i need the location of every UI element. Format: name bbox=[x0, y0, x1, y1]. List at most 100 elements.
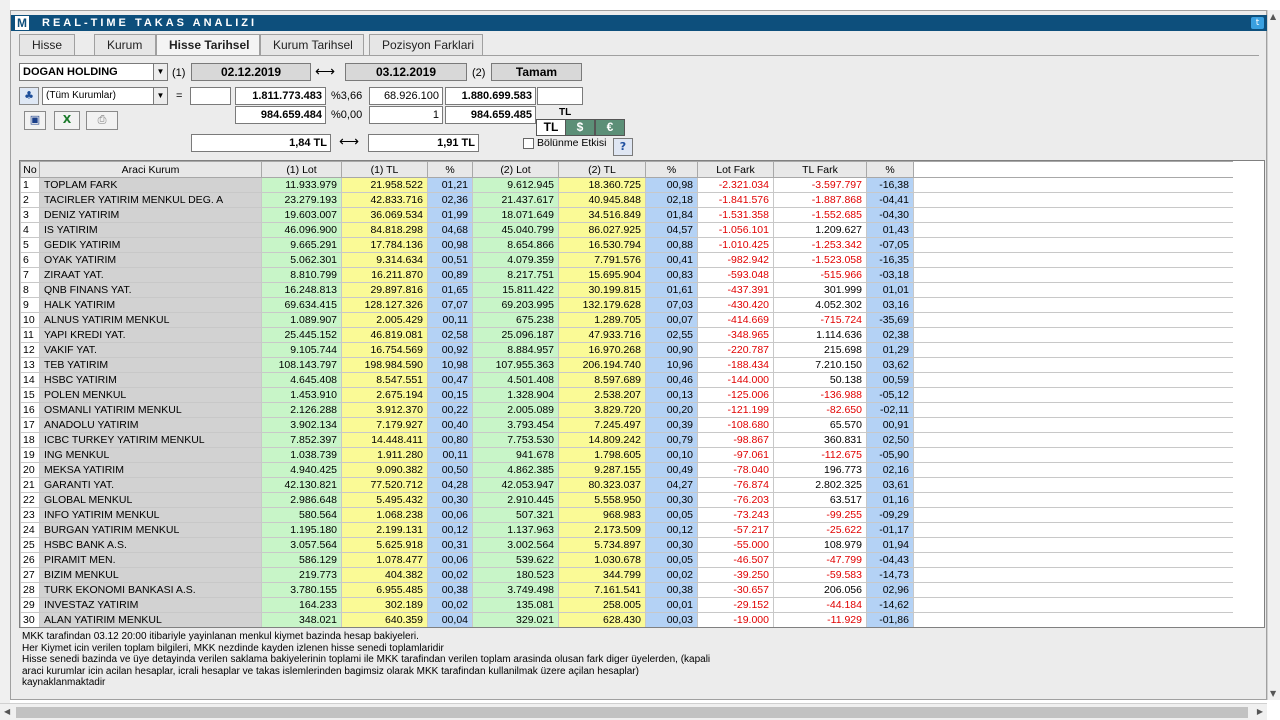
column-header[interactable]: % bbox=[645, 161, 698, 178]
twitter-icon[interactable]: t bbox=[1251, 17, 1264, 29]
table-row[interactable]: 4 IS YATIRIM 46.096.900 84.818.298 04,68 45.0… bbox=[20, 222, 1233, 238]
table-row[interactable]: 13 TEB YATIRIM 108.143.797 198.984.590 10,98… bbox=[20, 357, 1233, 373]
tl2-cell: 14.809.242 bbox=[558, 432, 646, 448]
tl1-cell: 5.495.432 bbox=[341, 492, 428, 508]
pct2-cell: 00,39 bbox=[645, 417, 698, 433]
currency-eur-button[interactable]: € bbox=[595, 119, 625, 136]
pct1-cell: 00,06 bbox=[427, 507, 473, 523]
table-row[interactable]: 10 ALNUS YATIRIM MENKUL 1.089.907 2.005.429… bbox=[20, 312, 1233, 328]
scroll-up-icon[interactable]: ▲ bbox=[1270, 12, 1276, 21]
chevron-down-icon[interactable]: ▼ bbox=[153, 88, 167, 104]
scroll-thumb[interactable] bbox=[16, 707, 1248, 718]
table-row[interactable]: 3 DENIZ YATIRIM 19.603.007 36.069.534 01,99 1… bbox=[20, 207, 1233, 223]
excel-icon[interactable]: X bbox=[54, 111, 80, 130]
scroll-right-icon[interactable]: ▶ bbox=[1257, 707, 1263, 716]
pct1-cell: 00,80 bbox=[427, 432, 473, 448]
table-row[interactable]: 27 BIZIM MENKUL 219.773 404.382 00,02 180.523… bbox=[20, 567, 1233, 583]
chevron-down-icon[interactable]: ▼ bbox=[153, 64, 167, 80]
row-filler bbox=[913, 207, 1233, 223]
help-icon[interactable]: ? bbox=[613, 138, 633, 156]
tl1-cell: 21.958.522 bbox=[341, 177, 428, 193]
horizontal-scrollbar[interactable]: ◀ ▶ bbox=[0, 703, 1267, 720]
table-row[interactable]: 8 QNB FINANS YAT. 16.248.813 29.897.816 01,6… bbox=[20, 282, 1233, 298]
table-row[interactable]: 5 GEDIK YATIRIM 9.665.291 17.784.136 00,98 8.… bbox=[20, 237, 1233, 253]
column-header[interactable]: No bbox=[20, 161, 40, 178]
currency-tl-button[interactable]: TL bbox=[536, 119, 566, 136]
tab-kurum-tarihsel[interactable]: Kurum Tarihsel bbox=[260, 34, 364, 55]
column-header[interactable]: % bbox=[427, 161, 473, 178]
column-header[interactable]: TL Fark bbox=[773, 161, 867, 178]
stock-select[interactable]: DOGAN HOLDING ▼ bbox=[19, 63, 168, 81]
table-row[interactable]: 17 ANADOLU YATIRIM 3.902.134 7.179.927 00,40… bbox=[20, 417, 1233, 433]
table-row[interactable]: 21 GARANTI YAT. 42.130.821 77.520.712 04,28 4… bbox=[20, 477, 1233, 493]
scroll-left-icon[interactable]: ◀ bbox=[4, 707, 10, 716]
table-row[interactable]: 9 HALK YATIRIM 69.634.415 128.127.326 07,07 6… bbox=[20, 297, 1233, 313]
lot-diff-cell: -144.000 bbox=[697, 372, 774, 388]
row-number-cell: 28 bbox=[20, 582, 40, 598]
pct2-cell: 00,38 bbox=[645, 582, 698, 598]
row-number-cell: 14 bbox=[20, 372, 40, 388]
r1-total2: 1.880.699.583 bbox=[445, 87, 536, 105]
save-icon[interactable]: ▣ bbox=[24, 111, 46, 130]
lot1-cell: 1.089.907 bbox=[261, 312, 342, 328]
tl-diff-cell: 4.052.302 bbox=[773, 297, 867, 313]
column-header[interactable]: (1) Lot bbox=[261, 161, 342, 178]
table-row[interactable]: 1 TOPLAM FARK 11.933.979 21.958.522 01,21 9.6… bbox=[20, 177, 1233, 193]
row-number-cell: 30 bbox=[20, 612, 40, 627]
row-number-cell: 29 bbox=[20, 597, 40, 613]
table-row[interactable]: 22 GLOBAL MENKUL 2.986.648 5.495.432 00,30 2.… bbox=[20, 492, 1233, 508]
ok-button[interactable]: Tamam bbox=[491, 63, 582, 81]
pct-diff-cell: -14,73 bbox=[866, 567, 914, 583]
table-row[interactable]: 28 TURK EKONOMI BANKASI A.S. 3.780.155 6.95… bbox=[20, 582, 1233, 598]
table-row[interactable]: 19 ING MENKUL 1.038.739 1.911.280 00,11 941.6… bbox=[20, 447, 1233, 463]
table-row[interactable]: 11 YAPI KREDI YAT. 25.445.152 46.819.081 02,… bbox=[20, 327, 1233, 343]
scroll-down-icon[interactable]: ▼ bbox=[1270, 689, 1276, 698]
tl2-cell: 132.179.628 bbox=[558, 297, 646, 313]
tl2-cell: 8.597.689 bbox=[558, 372, 646, 388]
table-row[interactable]: 23 INFO YATIRIM MENKUL 580.564 1.068.238 00,… bbox=[20, 507, 1233, 523]
table-row[interactable]: 24 BURGAN YATIRIM MENKUL 1.195.180 2.199.13… bbox=[20, 522, 1233, 538]
lot1-cell: 580.564 bbox=[261, 507, 342, 523]
tl-diff-cell: -1.552.685 bbox=[773, 207, 867, 223]
table-row[interactable]: 2 TACIRLER YATIRIM MENKUL DEG. A 23.279.19… bbox=[20, 192, 1233, 208]
table-row[interactable]: 14 HSBC YATIRIM 4.645.408 8.547.551 00,47 4.5… bbox=[20, 372, 1233, 388]
table-row[interactable]: 20 MEKSA YATIRIM 4.940.425 9.090.382 00,50 4.… bbox=[20, 462, 1233, 478]
table-row[interactable]: 16 OSMANLI YATIRIM MENKUL 2.126.288 3.912.3… bbox=[20, 402, 1233, 418]
filter-input[interactable] bbox=[190, 87, 231, 105]
tab-hisse-tarihsel[interactable]: Hisse Tarihsel bbox=[156, 34, 260, 56]
table-row[interactable]: 26 PIRAMIT MEN. 586.129 1.078.477 00,06 539.6… bbox=[20, 552, 1233, 568]
table-row[interactable]: 12 VAKIF YAT. 9.105.744 16.754.569 00,92 8.88… bbox=[20, 342, 1233, 358]
column-header[interactable]: (1) TL bbox=[341, 161, 428, 178]
split-effect-checkbox[interactable] bbox=[523, 138, 534, 149]
date2-field[interactable]: 03.12.2019 bbox=[345, 63, 467, 81]
tl-diff-cell: -1.253.342 bbox=[773, 237, 867, 253]
pct2-cell: 00,03 bbox=[645, 612, 698, 627]
tab-pozisyon-farklari[interactable]: Pozisyon Farklari bbox=[369, 34, 483, 55]
broker-group-icon[interactable]: ♣ bbox=[19, 87, 39, 105]
column-header[interactable]: Lot Fark bbox=[697, 161, 774, 178]
table-row[interactable]: 30 ALAN YATIRIM MENKUL 348.021 640.359 00,04… bbox=[20, 612, 1233, 627]
pct2-cell: 00,79 bbox=[645, 432, 698, 448]
broker-select[interactable]: (Tüm Kurumlar) ▼ bbox=[42, 87, 168, 105]
date1-field[interactable]: 02.12.2019 bbox=[191, 63, 311, 81]
column-header[interactable]: Araci Kurum bbox=[39, 161, 262, 178]
table-row[interactable]: 25 HSBC BANK A.S. 3.057.564 5.625.918 00,31 3… bbox=[20, 537, 1233, 553]
table-row[interactable]: 18 ICBC TURKEY YATIRIM MENKUL 7.852.397 14.… bbox=[20, 432, 1233, 448]
lot2-cell: 4.079.359 bbox=[472, 252, 559, 268]
lot1-cell: 23.279.193 bbox=[261, 192, 342, 208]
vertical-scrollbar[interactable]: ▲ ▼ bbox=[1267, 10, 1280, 700]
tab-kurum[interactable]: Kurum bbox=[94, 34, 156, 55]
currency-usd-button[interactable]: $ bbox=[565, 119, 595, 136]
column-header[interactable]: (2) Lot bbox=[472, 161, 559, 178]
pct2-cell: 02,55 bbox=[645, 327, 698, 343]
table-row[interactable]: 15 POLEN MENKUL 1.453.910 2.675.194 00,15 1.3… bbox=[20, 387, 1233, 403]
tl2-cell: 5.558.950 bbox=[558, 492, 646, 508]
tab-hisse[interactable]: Hisse bbox=[19, 34, 75, 55]
table-row[interactable]: 6 OYAK YATIRIM 5.062.301 9.314.634 00,51 4.07… bbox=[20, 252, 1233, 268]
row-filler bbox=[913, 357, 1233, 373]
table-row[interactable]: 29 INVESTAZ YATIRIM 164.233 302.189 00,02 135… bbox=[20, 597, 1233, 613]
column-header[interactable]: (2) TL bbox=[558, 161, 646, 178]
table-row[interactable]: 7 ZIRAAT YAT. 8.810.799 16.211.870 00,89 8.21… bbox=[20, 267, 1233, 283]
column-header[interactable]: % bbox=[866, 161, 914, 178]
print-icon[interactable]: ⎙ bbox=[86, 111, 118, 130]
